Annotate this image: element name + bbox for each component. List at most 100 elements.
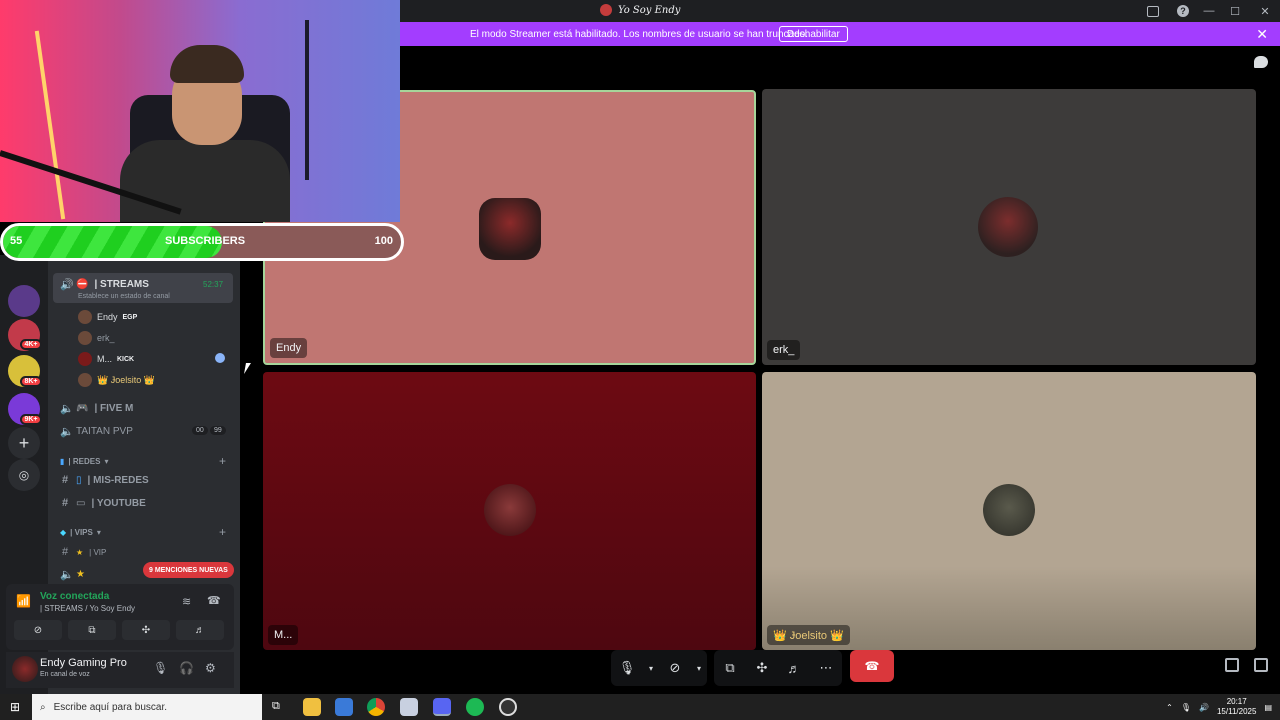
banner-close-icon[interactable]: ✕ [1256,26,1268,43]
activities-button[interactable]: ✣ [746,650,778,686]
laptop-icon: ▭ [76,497,86,509]
soundboard-icon: ♬ [195,624,205,636]
chat-icon[interactable] [1254,56,1268,68]
channel-streams[interactable]: 🔊 ⛔ | STREAMS [60,278,149,291]
discover-icon[interactable]: ◎ [8,459,40,491]
channel-vip[interactable]: # ★ | VIP [60,546,106,558]
voice-member[interactable]: erk_ [78,331,115,345]
call-controls-actions: ⧉ ✣ ♬ ⋯ [714,650,842,686]
participant-name: M... [268,625,299,645]
voice-member[interactable]: M... KICK [78,352,134,366]
soundboard-icon: ♬ [787,660,801,676]
notifications-icon[interactable]: ▤ [1264,703,1272,712]
inbox-button[interactable] [1138,0,1168,22]
new-mentions-pill[interactable]: 9 MENCIONES NUEVAS [143,562,234,578]
screen-share-button[interactable]: ⧉ [714,650,746,686]
channel-name: | MIS-REDES [87,474,149,486]
obs-icon[interactable] [499,698,517,716]
screen-share-button[interactable]: ⧉ [68,620,116,640]
bookmark-icon: ▮ [60,457,65,466]
member-tag: KICK [117,355,135,363]
headphones-icon[interactable]: 🎧 [179,661,194,675]
settings-gear-icon[interactable]: ⚙ [205,661,216,675]
speaker-icon: 🔈 [60,426,74,438]
voice-status[interactable]: Voz conectada [40,591,109,602]
mic-options-button[interactable]: ▾ [643,650,659,686]
spotify-icon[interactable] [466,698,484,716]
category-name: | VIPS [70,528,93,537]
disconnect-button[interactable]: ☎ [850,650,894,682]
user-limit: 99 [210,426,226,435]
speaker-icon: 🔊 [60,279,74,291]
help-button[interactable]: ? [1168,0,1198,22]
category-redes[interactable]: ▮ | REDES ▾ [60,457,108,466]
microphone-icon[interactable]: 🎙 [1181,703,1191,712]
minimize-button[interactable]: — [1198,0,1220,22]
chrome-icon[interactable] [367,698,385,716]
camera-options-button[interactable]: ▾ [691,650,707,686]
participant-name: Endy [270,338,308,358]
channel-taitan-pvp[interactable]: 🔈 TAITAN PVP [60,425,133,438]
unread-badge: 4K+ [20,339,42,350]
channel-status-hint[interactable]: Establece un estado de canal [78,293,170,300]
speaker-icon: 🔈 [60,569,74,581]
participant-name: 👑 Ɉoelsito 👑 [767,625,850,645]
camera-button[interactable]: ⊘ [659,650,691,686]
soundboard-button[interactable]: ♬ [778,650,810,686]
inbox-icon [1147,5,1159,17]
chevron-up-icon[interactable]: ⌃ [1166,703,1173,712]
add-server-icon[interactable]: + [8,427,40,459]
add-channel-icon[interactable]: + [219,525,226,539]
task-view-icon[interactable]: ⧉ [272,700,280,713]
noise-suppression-icon[interactable]: ≋ [182,595,191,608]
avatar [78,331,92,345]
maximize-button[interactable]: ☐ [1220,0,1250,22]
avatar [78,352,92,366]
fullscreen-icon[interactable] [1254,658,1268,672]
participant-tile-erk[interactable]: erk_ [762,89,1256,365]
hashtag-icon: # [61,474,69,486]
call-controls-audio: 🎙 ▾ ⊘ ▾ [611,650,707,686]
channel-youtube[interactable]: # ▭ | YOUTUBE [60,497,146,509]
server-icon[interactable] [8,285,40,317]
discord-icon[interactable] [433,698,451,716]
channel-timer: 52:37 [203,280,224,289]
category-vips[interactable]: ◆ | VIPS ▾ [60,528,101,537]
disconnect-icon[interactable]: ☎ [207,594,221,607]
add-channel-icon[interactable]: + [219,454,226,468]
no-entry-icon: ⛔ [76,279,89,290]
start-button[interactable]: ⊞ [0,694,30,720]
disable-streamer-button[interactable]: Deshabilitar [779,26,848,42]
popout-icon[interactable] [1225,658,1239,672]
channel-vip-voice[interactable]: 🔈 ★ [60,568,85,581]
unread-badge: 8K+ [20,376,42,387]
store-icon[interactable] [335,698,353,716]
voice-member[interactable]: 👑 Ɉoelsito 👑 [78,373,155,387]
microphone-icon[interactable]: 🎙 [153,661,168,675]
username: Endy Gaming Pro [40,657,127,669]
clock[interactable]: 20:17 15/11/2025 [1217,697,1256,717]
app-logo-icon [600,4,612,16]
taskbar-search[interactable]: ⌕ Escribe aquí para buscar. [32,694,262,720]
file-explorer-icon[interactable] [303,698,321,716]
activities-button[interactable]: ✣ [122,620,170,640]
channel-mis-redes[interactable]: # ▯ | MIS-REDES [60,474,149,486]
microphone-icon: 🎙 [618,660,636,675]
avatar[interactable] [12,656,38,682]
participant-avatar [479,198,541,260]
participant-avatar [484,484,536,536]
soundboard-button[interactable]: ♬ [176,620,224,640]
member-name: 👑 Ɉoelsito 👑 [97,374,155,385]
participant-tile-joelsito[interactable]: 👑 Ɉoelsito 👑 [762,372,1256,650]
voice-member[interactable]: Endy EGP [78,310,137,324]
channel-five-m[interactable]: 🔈 🎮 | FIVE M [60,402,133,415]
more-options-button[interactable]: ⋯ [810,650,842,686]
participant-tile-m[interactable]: M... [263,372,756,650]
camera-toggle-button[interactable]: ⊘ [14,620,62,640]
app-icon[interactable] [400,698,418,716]
voice-channel-link[interactable]: | STREAMS / Yo Soy Endy [40,604,135,613]
volume-icon[interactable]: 🔊 [1199,703,1209,712]
windows-taskbar: ⊞ ⌕ Escribe aquí para buscar. ⧉ ⌃ 🎙 🔊 20… [0,694,1280,720]
microphone-button[interactable]: 🎙 [611,650,643,686]
close-window-button[interactable]: ✕ [1250,0,1280,22]
